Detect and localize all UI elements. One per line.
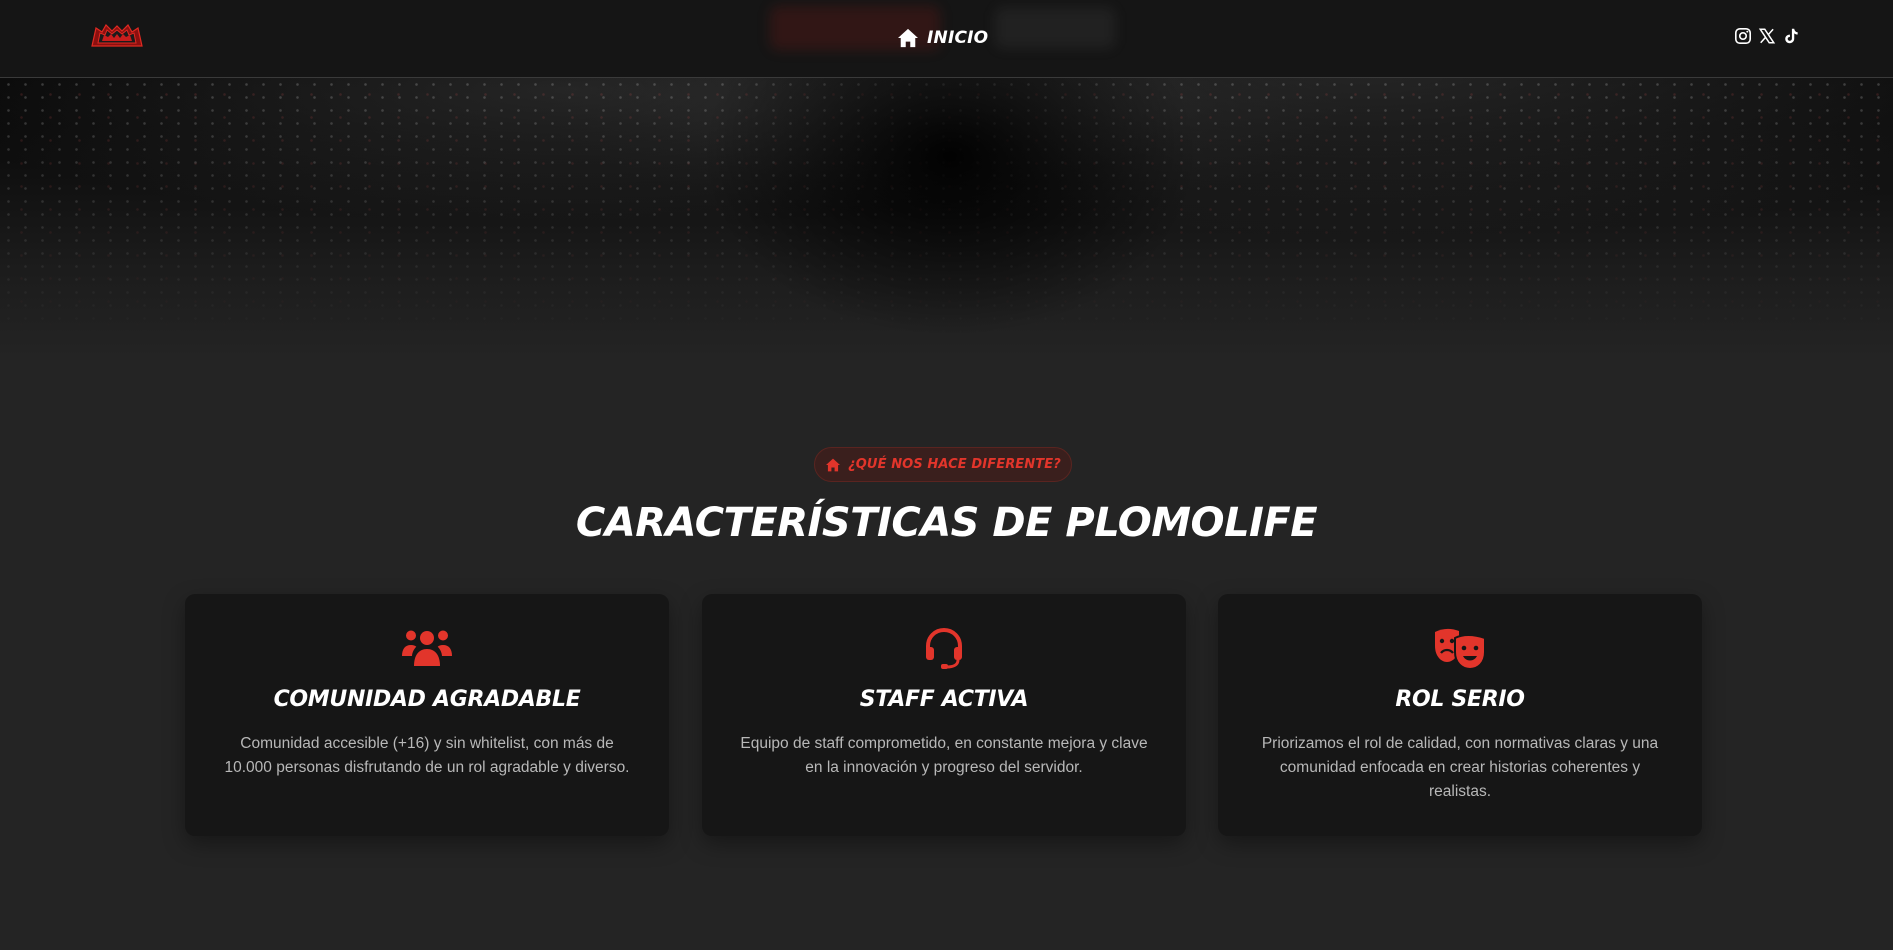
section-badge: ¿QUÉ NOS HACE DIFERENTE? [814,447,1072,482]
card-title: ROL SERIO [1395,687,1525,712]
social-links [1733,26,1801,46]
navbar: INICIO [0,0,1893,78]
users-icon [402,630,452,666]
section-title: CARACTERÍSTICAS DE PLOMOLIFE [575,500,1318,546]
nav-link-label: INICIO [927,28,989,48]
section-badge-label: ¿QUÉ NOS HACE DIFERENTE? [848,457,1061,472]
home-icon [826,458,841,471]
blurred-secondary-button [995,8,1115,48]
feature-card-staff: STAFF ACTIVA Equipo de staff comprometid… [702,594,1186,836]
theater-masks-icon [1435,628,1486,670]
card-title: COMUNIDAD AGRADABLE [273,687,581,712]
card-title: STAFF ACTIVA [859,687,1029,712]
card-icon-wrapper [1218,626,1702,670]
tiktok-icon [1785,28,1798,44]
card-description: Equipo de staff comprometido, en constan… [740,735,1148,776]
site-logo[interactable] [90,22,144,50]
home-icon [898,28,918,48]
x-twitter-link[interactable] [1757,26,1777,46]
headset-icon [926,627,962,669]
x-twitter-icon [1758,28,1776,44]
feature-card-comunidad: COMUNIDAD AGRADABLE Comunidad accesible … [185,594,669,836]
card-icon-wrapper [702,626,1186,670]
nav-link-inicio[interactable]: INICIO [897,25,988,51]
card-icon-wrapper [185,626,669,670]
instagram-link[interactable] [1733,26,1753,46]
plomolife-logo-icon [91,24,143,47]
feature-card-rol: ROL SERIO Priorizamos el rol de calidad,… [1218,594,1702,836]
instagram-icon [1734,27,1752,45]
card-description: Comunidad accesible (+16) y sin whitelis… [224,735,630,776]
card-description: Priorizamos el rol de calidad, con norma… [1261,735,1659,800]
features-grid: COMUNIDAD AGRADABLE Comunidad accesible … [185,594,1702,836]
tiktok-link[interactable] [1781,26,1801,46]
hero-figure-shadow [700,78,1200,338]
